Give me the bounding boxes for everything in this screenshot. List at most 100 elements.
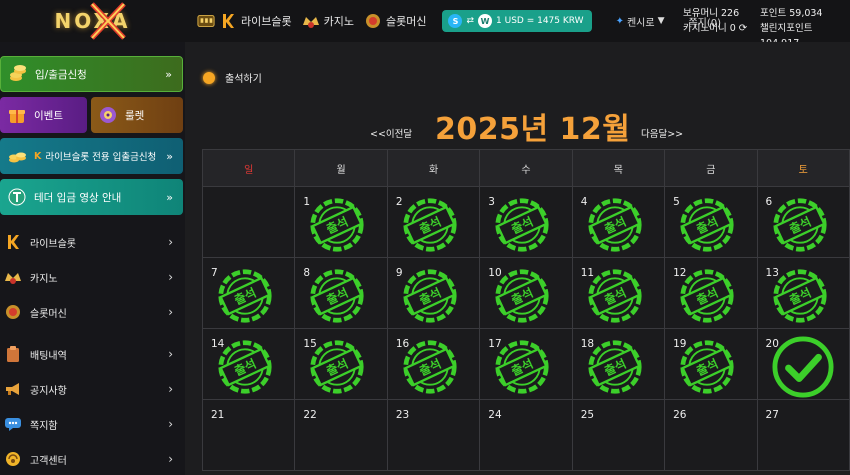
sidebar-item-inbox[interactable]: 쪽지함 ›: [0, 409, 185, 439]
calendar-day-cell[interactable]: 19 출석: [664, 328, 758, 400]
double-chevron-right-icon: »: [165, 67, 172, 81]
calendar-day-cell[interactable]: 9 출석: [386, 257, 481, 329]
deposit-withdraw-button[interactable]: 입/출금신청 »: [0, 56, 183, 92]
calendar-empty-cell: [201, 186, 296, 258]
month-title: 2025년 12월: [435, 112, 631, 147]
sidebar-item-casino[interactable]: 카지노 ›: [0, 262, 185, 292]
attendance-header: 출석하기: [203, 70, 262, 85]
live-slot-icon: [4, 233, 22, 251]
calendar-day-cell[interactable]: 14 출석: [201, 328, 296, 400]
top-nav: 라이브슬롯 카지노 슬롯머신 S ⇄ W 1 USD = 1475 KRW ✦ …: [197, 0, 721, 42]
sidebar-item-label: 고객센터: [30, 455, 67, 467]
calendar-body: 1 출석 2 출석 3 출석 4 출석 5 출석 6 출석 7 출석 8 출석 9 출석 10 출석 11 출석 12 출석 1…: [201, 186, 850, 471]
site-logo[interactable]: NOXA: [0, 0, 185, 42]
roulette-icon: [97, 104, 119, 126]
sidebar-item-betting-history[interactable]: 배팅내역 ›: [0, 339, 185, 369]
sidebar-item-live-slot[interactable]: 라이브슬롯 ›: [0, 227, 185, 257]
live-slot-badge-icon: [197, 12, 215, 30]
casino-money-row: 카지노머니 0 ⟳: [683, 21, 747, 36]
calendar-day-cell[interactable]: 21: [201, 399, 296, 471]
exchange-rate-badge[interactable]: S ⇄ W 1 USD = 1475 KRW: [442, 10, 592, 32]
tether-guide-button[interactable]: 테더 입금 영상 안내 »: [0, 179, 183, 215]
clipboard-icon: [4, 345, 22, 363]
sidebar-item-notice[interactable]: 공지사항 ›: [0, 374, 185, 404]
sidebar-item-label: 라이브슬롯: [30, 238, 76, 250]
calendar-day-cell[interactable]: 22: [294, 399, 388, 471]
calendar-day-cell[interactable]: 27: [756, 399, 850, 471]
calendar-week-row: 14 출석 15 출석 16 출석 17 출석 18 출석 19 출석 20: [201, 328, 850, 400]
calendar-day-cell[interactable]: 17 출석: [479, 328, 573, 400]
tether-guide-label: 테더 입금 영상 안내: [34, 191, 122, 204]
status-dot-icon: [203, 71, 215, 84]
calendar-day-cell[interactable]: 15 출석: [294, 328, 388, 400]
nav-slot-machine-label: 슬롯머신: [385, 15, 427, 28]
calendar-day-cell[interactable]: 2 출석: [386, 186, 481, 258]
calendar-week-row: 1 출석 2 출석 3 출석 4 출석 5 출석 6 출석: [201, 186, 850, 258]
event-button[interactable]: 이벤트: [0, 97, 87, 133]
calendar-day-cell[interactable]: 20: [756, 328, 850, 400]
calendar-day-cell[interactable]: 5 출석: [664, 186, 758, 258]
calendar-day-cell[interactable]: 10 출석: [479, 257, 573, 329]
calendar-week-row: 7 출석 8 출석 9 출석 10 출석 11 출석 12 출석 13 출석: [201, 257, 850, 329]
chevron-right-icon: ›: [168, 305, 173, 319]
sidebar-item-label: 쪽지함: [30, 420, 58, 432]
weekday-header-row: 일 월 화 수 목 금 토: [201, 149, 850, 187]
calendar-day-cell[interactable]: 26: [664, 399, 758, 471]
calendar-day-cell[interactable]: 18 출석: [571, 328, 666, 400]
user-dropdown[interactable]: ✦ 켄시로 ▼: [616, 14, 665, 29]
event-label: 이벤트: [34, 109, 63, 122]
calendar-day-cell[interactable]: 7 출석: [201, 257, 296, 329]
chevron-right-icon: ›: [168, 452, 173, 466]
calendar-day-cell[interactable]: 24: [479, 399, 573, 471]
money-summary: 보유머니 226 카지노머니 0 ⟳: [683, 6, 747, 36]
refresh-icon[interactable]: ⟳: [739, 23, 747, 34]
nav-slot-machine[interactable]: 슬롯머신: [364, 12, 426, 30]
chevron-right-icon: ›: [168, 235, 173, 249]
day-number: 25: [580, 409, 595, 421]
nav-live-slot[interactable]: 라이브슬롯: [197, 12, 292, 30]
prev-month-link[interactable]: <<이전달: [370, 126, 412, 140]
weekday-sun: 일: [201, 149, 296, 187]
swap-icon: ⇄: [466, 16, 475, 26]
month-navigation: <<이전달 2025년 12월 다음달>>: [185, 104, 850, 147]
live-slot-deposit-button[interactable]: K 라이브슬롯 전용 입출금신청 »: [0, 138, 183, 174]
day-number: 27: [765, 409, 779, 421]
nav-live-slot-label: 라이브슬롯: [241, 15, 292, 28]
logo-x-icon: [90, 2, 126, 40]
sidebar-item-label: 공지사항: [30, 385, 67, 397]
casino-money: 카지노머니 0: [683, 23, 736, 34]
sidebar-item-customer-center[interactable]: 고객센터 ›: [0, 444, 185, 474]
calendar-day-cell[interactable]: 11 출석: [571, 257, 666, 329]
nav-casino-label: 카지노: [323, 15, 354, 28]
sidebar-item-label: 배팅내역: [30, 350, 67, 362]
sidebar-item-slot-machine[interactable]: 슬롯머신 ›: [0, 297, 185, 327]
coins-icon: [7, 63, 29, 85]
slot-machine-icon: [364, 12, 382, 30]
calendar-day-cell[interactable]: 8 출석: [294, 257, 388, 329]
calendar-day-cell[interactable]: 23: [386, 399, 481, 471]
calendar-day-cell[interactable]: 4 출석: [571, 186, 666, 258]
sidebar: 입/출금신청 » 이벤트 룰렛 K 라이브슬롯 전용 입출금신청 » 테더 입금…: [0, 42, 185, 475]
calendar-day-cell[interactable]: 6 출석: [756, 186, 850, 258]
calendar-week-row: 21 22 23 24 25 26 27: [201, 399, 850, 471]
chevron-right-icon: ›: [168, 347, 173, 361]
calendar-day-cell[interactable]: 13 출석: [756, 257, 850, 329]
sidebar-item-label: 카지노: [30, 273, 58, 285]
attendance-calendar: 일 월 화 수 목 금 토 1 출석 2 출석 3 출석 4 출석 5 출석 6 출석 7 출석 8 출석 9 출…: [201, 149, 850, 471]
calendar-day-cell[interactable]: 1 출석: [294, 186, 388, 258]
calendar-day-cell[interactable]: 25: [571, 399, 666, 471]
roulette-button[interactable]: 룰렛: [91, 97, 183, 133]
roulette-label: 룰렛: [125, 109, 145, 122]
calendar-day-cell[interactable]: 3 출석: [479, 186, 573, 258]
calendar-day-cell[interactable]: 12 출석: [664, 257, 758, 329]
customer-center-icon: [4, 450, 22, 468]
holding-money: 보유머니 226: [683, 8, 740, 19]
nav-casino[interactable]: 카지노: [302, 12, 354, 30]
usdt-coin-icon: S: [448, 14, 463, 28]
next-month-link[interactable]: 다음달>>: [641, 126, 683, 140]
calendar-day-cell[interactable]: 16 출석: [386, 328, 481, 400]
exchange-rate-text: 1 USD = 1475 KRW: [496, 16, 584, 26]
weekday-wed: 수: [479, 149, 573, 187]
live-slot-icon: [219, 12, 237, 30]
casino-icon: [302, 12, 320, 30]
